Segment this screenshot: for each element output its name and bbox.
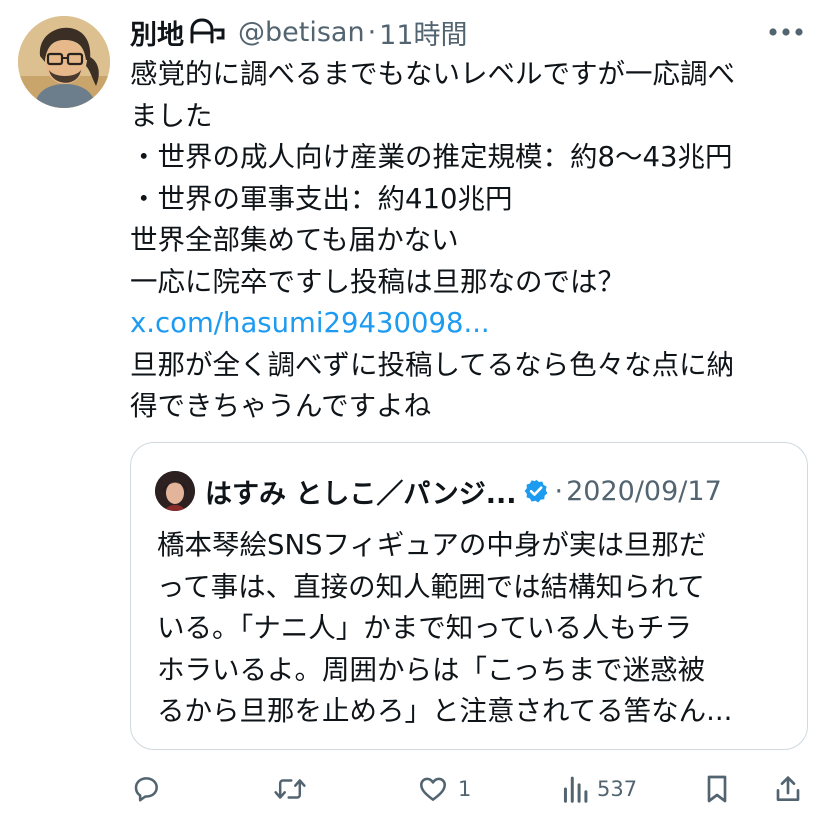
tweet[interactable]: 別地 @betisan · 11時間 感覚的に調べるまでもないレベルですが一応調… <box>0 0 828 828</box>
tweet-text: 感覚的に調べるまでもないレベルですが一応調べ ました ・世界の成人向け産業の推定… <box>130 54 800 428</box>
quoted-text-line: ホラいるよ。周囲からは「こっちまで迷惑被 <box>157 653 706 686</box>
separator-dot: · <box>554 475 564 507</box>
tweet-text-line: 一応に院卒ですし投稿は旦那なのでは？ <box>130 265 625 298</box>
more-icon[interactable] <box>766 14 806 50</box>
tweet-text-line: 感覚的に調べるまでもないレベルですが一応調べ <box>130 58 735 90</box>
quoted-text-line: いる。「ナニ人」かまで知っている人もチラ <box>157 612 692 644</box>
bookmark-icon <box>702 773 732 805</box>
tweet-text-line: ・世界の軍事支出：約410兆円 <box>130 182 513 215</box>
author-avatar[interactable] <box>18 16 110 108</box>
quoted-author-avatar[interactable] <box>155 471 195 511</box>
views-button[interactable]: 537 <box>561 764 637 814</box>
bookmark-button[interactable] <box>702 764 732 814</box>
tweet-text-line: 得できちゃうんですよね <box>130 390 432 422</box>
tweet-text-line: ました <box>130 99 213 132</box>
reply-button[interactable] <box>130 764 162 814</box>
tweet-timestamp[interactable]: 11時間 <box>379 13 467 52</box>
verified-badge-icon <box>523 478 549 504</box>
like-icon <box>416 773 450 805</box>
head-emoji-icon <box>188 18 228 46</box>
quoted-text-line: るから旦那を止めろ」と注意されてる筈なん... <box>157 695 733 727</box>
separator-dot: · <box>367 16 377 48</box>
retweet-button[interactable] <box>273 764 307 814</box>
view-count: 537 <box>597 777 638 801</box>
share-button[interactable] <box>772 764 804 814</box>
action-bar: 1 537 <box>0 764 828 814</box>
views-icon <box>561 774 589 804</box>
quoted-tweet-text: 橋本琴絵SNSフィギュアの中身が実は旦那だ って事は、直接の知人範囲では結構知ら… <box>157 525 787 733</box>
quoted-author-display-name[interactable]: はすみ としこ／パンジ... <box>205 472 517 511</box>
quoted-tweet-header: はすみ としこ／パンジ... · 2020/09/17 <box>155 471 722 511</box>
tweet-text-line: 旦那が全く調べずに投稿してるなら色々な点に納 <box>130 348 735 381</box>
reply-icon <box>130 773 162 805</box>
tweet-text-line: 世界全部集めても届かない <box>130 224 459 256</box>
like-count: 1 <box>458 777 472 801</box>
tweet-header: 別地 @betisan · 11時間 <box>130 12 468 52</box>
quoted-tweet-date: 2020/09/17 <box>566 475 722 507</box>
quoted-text-line: 橋本琴絵SNSフィギュアの中身が実は旦那だ <box>157 529 707 561</box>
like-button[interactable]: 1 <box>416 764 471 814</box>
tweet-text-line: ・世界の成人向け産業の推定規模：約8〜43兆円 <box>130 141 733 173</box>
quoted-tweet[interactable]: はすみ としこ／パンジ... · 2020/09/17 橋本琴絵SNSフィギュア… <box>130 442 808 750</box>
author-handle[interactable]: @betisan <box>238 17 365 48</box>
share-icon <box>772 773 804 805</box>
author-display-name[interactable]: 別地 <box>130 13 184 52</box>
tweet-link[interactable]: x.com/hasumi29430098... <box>130 303 800 345</box>
retweet-icon <box>273 773 307 805</box>
quoted-text-line: って事は、直接の知人範囲では結構知られて <box>157 570 705 603</box>
